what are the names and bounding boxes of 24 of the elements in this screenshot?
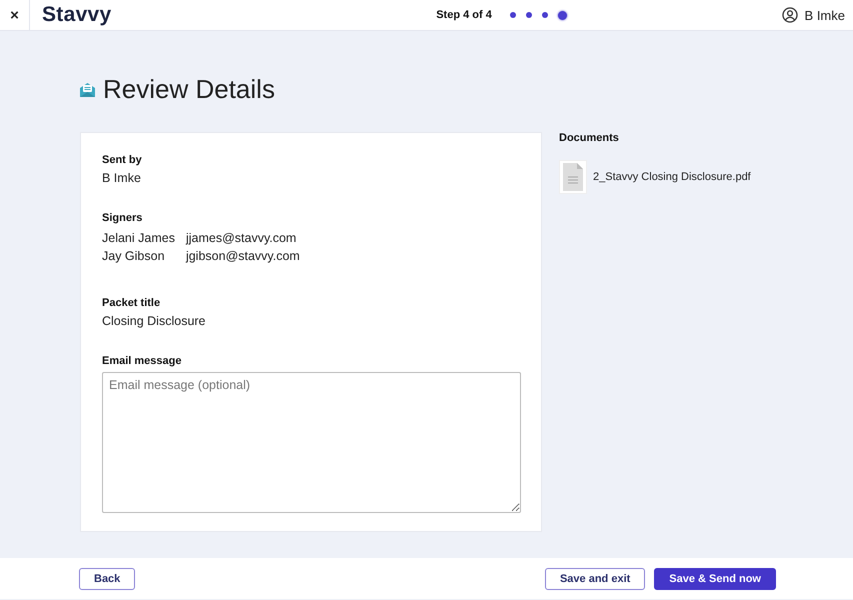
document-icon: [559, 160, 587, 194]
email-message-field[interactable]: Email message (optional): [102, 372, 521, 513]
field-label: Packet title: [102, 297, 162, 309]
logo: Stavvy: [42, 3, 112, 27]
signer-name: Jay Gibson: [102, 249, 166, 263]
close-button[interactable]: ×: [0, 0, 30, 30]
back-button[interactable]: Back: [79, 568, 136, 590]
section-heading: Documents: [559, 132, 620, 144]
save-exit-button[interactable]: Save and exit: [544, 568, 646, 590]
field-value: Closing Disclosure: [102, 314, 207, 328]
field-value: B Imke: [102, 171, 142, 185]
file-name[interactable]: 2_Stavvy Closing Disclosure.pdf: [593, 171, 751, 183]
signer-name: Jelani James: [102, 231, 175, 245]
field-label: Email message: [102, 355, 182, 367]
envelope-icon: [79, 81, 96, 98]
field-label: Sent by: [102, 154, 143, 166]
user-name: B Imke: [804, 8, 845, 22]
field-label: Signers: [102, 212, 144, 224]
page-title: Review Details: [103, 74, 275, 105]
send-button[interactable]: Save & Send now: [654, 568, 776, 590]
user-icon: [782, 7, 798, 23]
step-label: Step 4 of 4: [436, 9, 492, 21]
signer-email: jgibson@stavvy.com: [186, 249, 300, 263]
signer-email: jjames@stavvy.com: [186, 231, 298, 245]
